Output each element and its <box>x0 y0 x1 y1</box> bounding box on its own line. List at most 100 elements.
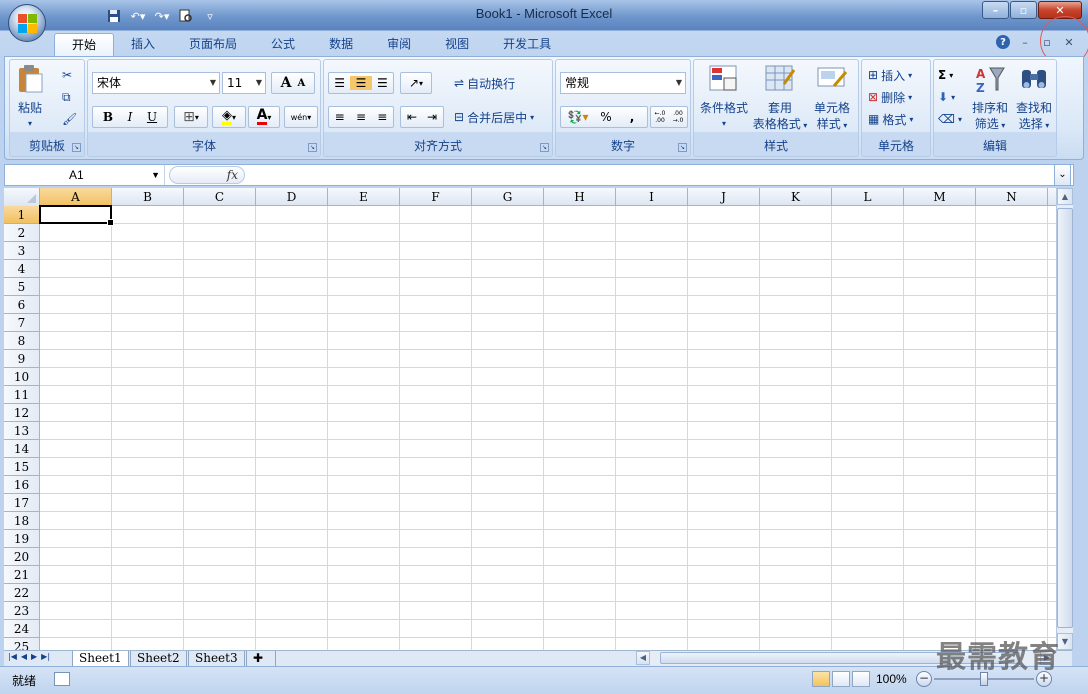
formula-input[interactable] <box>249 165 1073 185</box>
row-header-13[interactable]: 13 <box>4 422 40 440</box>
column-header-j[interactable]: J <box>688 188 760 206</box>
conditional-formatting-button[interactable]: 条件格式 ▾ <box>696 64 752 132</box>
tab-data[interactable]: 数据 <box>312 33 370 56</box>
font-launcher-icon[interactable]: ↘ <box>308 143 317 152</box>
tab-home[interactable]: 开始 <box>54 33 115 56</box>
help-icon[interactable]: ? <box>996 35 1010 49</box>
borders-button[interactable]: ⊞ ▾ <box>174 106 208 128</box>
column-header-b[interactable]: B <box>112 188 184 206</box>
row-header-9[interactable]: 9 <box>4 350 40 368</box>
row-header-5[interactable]: 5 <box>4 278 40 296</box>
row-header-19[interactable]: 19 <box>4 530 40 548</box>
clear-button[interactable]: ⌫ ▾ <box>938 108 962 130</box>
chevron-down-icon[interactable]: ▼ <box>151 165 160 185</box>
align-middle-icon[interactable]: ☰ <box>350 76 372 90</box>
format-as-table-button[interactable]: 套用 表格格式 ▾ <box>752 64 808 134</box>
autosum-button[interactable]: Σ ▾ <box>938 64 953 86</box>
column-header-n[interactable]: N <box>976 188 1048 206</box>
shrink-font-button[interactable]: A <box>298 78 306 89</box>
last-sheet-icon[interactable]: ▶| <box>41 652 50 661</box>
copy-icon[interactable]: ⧉ <box>62 86 71 108</box>
name-box[interactable]: A1 ▼ <box>5 165 165 185</box>
row-header-25[interactable]: 25 <box>4 638 40 650</box>
expand-formula-bar-button[interactable]: ⌄ <box>1054 164 1071 186</box>
active-cell-cursor[interactable] <box>39 205 114 226</box>
fx-icon[interactable]: fx <box>227 168 238 182</box>
percent-button[interactable]: % <box>593 110 619 124</box>
row-header-17[interactable]: 17 <box>4 494 40 512</box>
macro-record-icon[interactable] <box>54 672 70 686</box>
cells-area[interactable] <box>40 206 1056 650</box>
column-header-k[interactable]: K <box>760 188 832 206</box>
tab-page-layout[interactable]: 页面布局 <box>172 33 254 56</box>
increase-indent-icon[interactable]: ⇥ <box>422 110 442 124</box>
increase-decimal-button[interactable]: ←.0 .00 <box>651 110 669 124</box>
number-format-combo[interactable]: 常规 ▼ <box>560 72 686 94</box>
row-header-11[interactable]: 11 <box>4 386 40 404</box>
vertical-scroll-thumb[interactable] <box>1057 208 1073 628</box>
zoom-level[interactable]: 100% <box>876 672 907 686</box>
column-header-a[interactable]: A <box>40 188 112 206</box>
clipboard-launcher-icon[interactable]: ↘ <box>72 143 81 152</box>
normal-view-button[interactable] <box>812 671 830 687</box>
wrap-text-button[interactable]: ⇌ 自动换行 <box>454 72 515 94</box>
font-size-combo[interactable]: 11 ▼ <box>222 72 266 94</box>
row-header-10[interactable]: 10 <box>4 368 40 386</box>
underline-button[interactable]: U <box>141 110 163 124</box>
row-header-22[interactable]: 22 <box>4 584 40 602</box>
column-header-c[interactable]: C <box>184 188 256 206</box>
sheet-tab-sheet3[interactable]: Sheet3 <box>188 651 245 667</box>
vertical-scrollbar[interactable]: ▲ ▼ <box>1056 188 1073 650</box>
column-header-e[interactable]: E <box>328 188 400 206</box>
align-right-icon[interactable]: ≡ <box>372 110 393 124</box>
page-layout-view-button[interactable] <box>832 671 850 687</box>
scroll-left-icon[interactable]: ◀ <box>636 651 650 665</box>
fill-color-button[interactable]: ◈ ▾ <box>212 106 246 128</box>
zoom-out-button[interactable]: − <box>916 671 932 687</box>
sort-filter-button[interactable]: AZ 排序和 筛选 ▾ <box>968 64 1012 134</box>
phonetic-button[interactable]: wén ▾ <box>284 106 318 128</box>
row-header-14[interactable]: 14 <box>4 440 40 458</box>
decrease-decimal-button[interactable]: .00 →.0 <box>669 110 687 124</box>
row-header-8[interactable]: 8 <box>4 332 40 350</box>
workbook-minimize-button[interactable]: – <box>1018 35 1032 49</box>
column-header-m[interactable]: M <box>904 188 976 206</box>
row-header-4[interactable]: 4 <box>4 260 40 278</box>
column-header-d[interactable]: D <box>256 188 328 206</box>
align-center-icon[interactable]: ≡ <box>350 110 371 124</box>
office-button[interactable] <box>8 4 46 42</box>
font-color-button[interactable]: A ▾ <box>248 106 280 128</box>
column-header-l[interactable]: L <box>832 188 904 206</box>
row-header-15[interactable]: 15 <box>4 458 40 476</box>
paste-button[interactable]: 粘贴 ▾ <box>12 64 48 132</box>
format-painter-icon[interactable]: 🖌 <box>62 108 77 130</box>
row-header-16[interactable]: 16 <box>4 476 40 494</box>
row-header-2[interactable]: 2 <box>4 224 40 242</box>
row-header-12[interactable]: 12 <box>4 404 40 422</box>
bold-button[interactable]: B <box>97 110 119 124</box>
delete-cells-button[interactable]: ⊠ 删除 ▾ <box>868 86 912 108</box>
cut-icon[interactable]: ✂ <box>62 64 72 86</box>
tab-review[interactable]: 审阅 <box>370 33 428 56</box>
row-header-20[interactable]: 20 <box>4 548 40 566</box>
align-top-icon[interactable]: ☰ <box>329 76 350 90</box>
row-header-23[interactable]: 23 <box>4 602 40 620</box>
insert-cells-button[interactable]: ⊞ 插入 ▾ <box>868 64 912 86</box>
row-header-1[interactable]: 1 <box>4 206 40 224</box>
format-cells-button[interactable]: ▦ 格式 ▾ <box>868 108 913 130</box>
scroll-up-icon[interactable]: ▲ <box>1057 188 1073 205</box>
number-launcher-icon[interactable]: ↘ <box>678 143 687 152</box>
sheet-tab-sheet1[interactable]: Sheet1 <box>72 651 129 667</box>
row-header-6[interactable]: 6 <box>4 296 40 314</box>
column-header-i[interactable]: I <box>616 188 688 206</box>
minimize-button[interactable]: – <box>982 1 1009 19</box>
find-select-button[interactable]: 查找和 选择 ▾ <box>1012 64 1056 134</box>
row-header-21[interactable]: 21 <box>4 566 40 584</box>
select-all-button[interactable] <box>4 188 40 206</box>
worksheet-grid[interactable]: ABCDEFGHIJKLMN 1 2 3 4 5 6 7 8 9 10 11 12 13 14 15 16 17… <box>4 188 1056 650</box>
sheet-tab-sheet2[interactable]: Sheet2 <box>130 651 187 667</box>
column-header-g[interactable]: G <box>472 188 544 206</box>
next-sheet-icon[interactable]: ▶ <box>31 652 37 661</box>
font-name-combo[interactable]: 宋体 ▼ <box>92 72 220 94</box>
align-left-icon[interactable]: ≡ <box>329 110 350 124</box>
